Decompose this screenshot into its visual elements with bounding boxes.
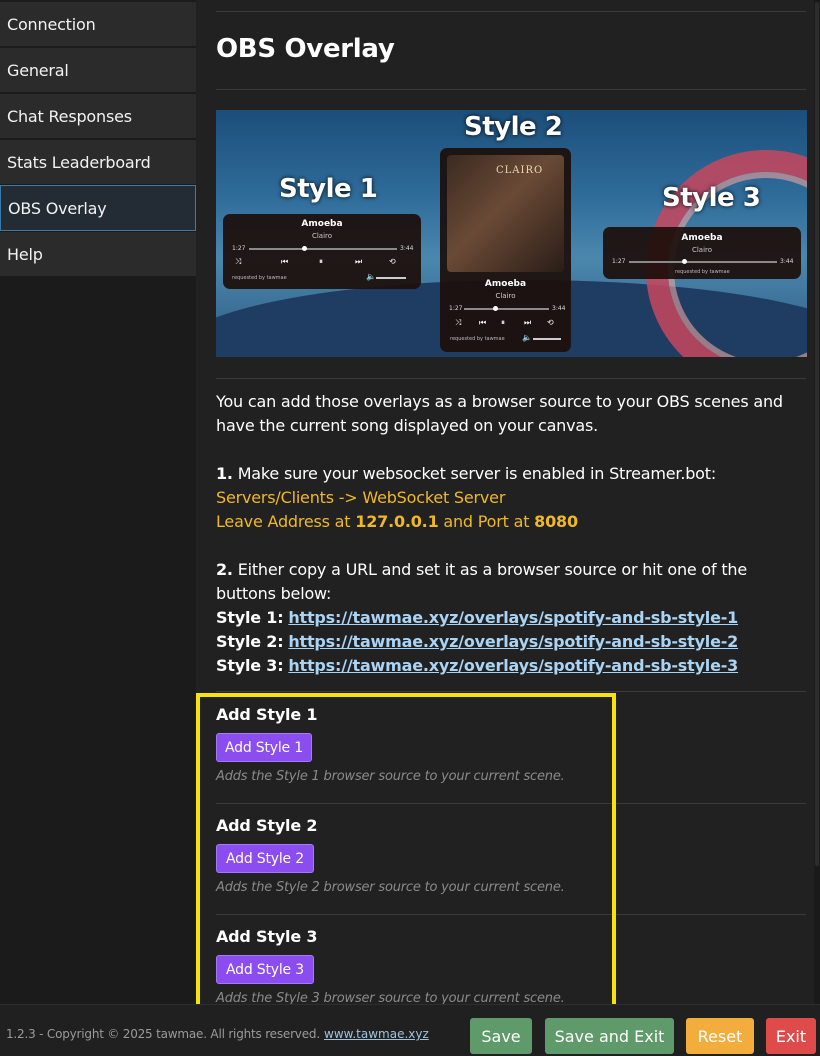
volume-icon: 🔈 bbox=[366, 272, 376, 281]
url-row-style2: Style 2: https://tawmae.xyz/overlays/spo… bbox=[216, 630, 806, 654]
url-row-style1: Style 1: https://tawmae.xyz/overlays/spo… bbox=[216, 606, 806, 630]
shuffle-icon: ⤨ bbox=[235, 257, 242, 266]
scrollbar-thumb[interactable] bbox=[815, 2, 819, 866]
style1-preview-card: Amoeba Clairo 1:27 3:44 ⤨ ⏮ ⏸ ⏭ ⟲ reques… bbox=[223, 214, 421, 289]
step2-description: Either copy a URL and set it as a browse… bbox=[216, 560, 747, 603]
song-title: Amoeba bbox=[681, 233, 723, 243]
sidebar-item-help[interactable]: Help bbox=[0, 232, 196, 276]
divider bbox=[216, 89, 806, 90]
album-cover-image: CLAIRO bbox=[447, 155, 564, 272]
repeat-icon: ⟲ bbox=[547, 318, 554, 327]
shuffle-icon: ⤨ bbox=[455, 318, 462, 327]
save-button[interactable]: Save bbox=[470, 1018, 532, 1054]
step1-text: 1. Make sure your websocket server is en… bbox=[216, 462, 806, 486]
copyright-text: 1.2.3 - Copyright © 2025 tawmae. All rig… bbox=[6, 1027, 320, 1041]
volume-track bbox=[376, 277, 406, 279]
pause-icon: ⏸ bbox=[501, 318, 505, 327]
divider bbox=[216, 11, 806, 12]
reset-button[interactable]: Reset bbox=[686, 1018, 754, 1054]
previous-icon: ⏮ bbox=[281, 257, 289, 266]
overlay-url-link-style2[interactable]: https://tawmae.xyz/overlays/spotify-and-… bbox=[288, 632, 738, 651]
requested-by: requested by tawmae bbox=[675, 269, 730, 275]
banner-style1-label: Style 1 bbox=[279, 174, 378, 204]
address-value: 127.0.0.1 bbox=[355, 512, 439, 531]
sidebar-item-label: Help bbox=[7, 244, 43, 264]
step2-number: 2. bbox=[216, 560, 233, 579]
requested-by: requested by tawmae bbox=[232, 275, 287, 281]
sidebar-item-label: Chat Responses bbox=[7, 106, 132, 126]
album-cover-title: CLAIRO bbox=[496, 165, 544, 176]
page-title: OBS Overlay bbox=[216, 34, 395, 64]
banner-style2-label: Style 2 bbox=[464, 112, 563, 142]
divider bbox=[216, 378, 806, 379]
intro-text: You can add those overlays as a browser … bbox=[216, 392, 783, 435]
song-title: Amoeba bbox=[301, 219, 343, 229]
url-row-style3: Style 3: https://tawmae.xyz/overlays/spo… bbox=[216, 654, 806, 678]
time-end: 3:44 bbox=[552, 305, 566, 312]
time-start: 1:27 bbox=[449, 305, 463, 312]
sidebar-item-label: Connection bbox=[7, 14, 96, 34]
requested-by: requested by tawmae bbox=[450, 336, 505, 342]
progress-track bbox=[249, 248, 397, 250]
overlay-url-link-style1[interactable]: https://tawmae.xyz/overlays/spotify-and-… bbox=[288, 608, 738, 627]
step1-description: Make sure your websocket server is enabl… bbox=[237, 464, 717, 483]
progress-track bbox=[464, 308, 549, 310]
volume-icon: 🔈 bbox=[522, 333, 532, 342]
website-link[interactable]: www.tawmae.xyz bbox=[324, 1027, 429, 1041]
sidebar-item-chat-responses[interactable]: Chat Responses bbox=[0, 94, 196, 138]
sidebar-item-connection[interactable]: Connection bbox=[0, 2, 196, 46]
step2-text: 2. Either copy a URL and set it as a bro… bbox=[216, 558, 806, 606]
overlay-url-link-style3[interactable]: https://tawmae.xyz/overlays/spotify-and-… bbox=[288, 656, 738, 675]
sidebar-item-obs-overlay[interactable]: OBS Overlay bbox=[0, 185, 196, 231]
artist-name: Clairo bbox=[311, 232, 333, 240]
sidebar-item-stats-leaderboard[interactable]: Stats Leaderboard bbox=[0, 140, 196, 184]
url-label: Style 1: bbox=[216, 608, 284, 627]
artist-name: Clairo bbox=[691, 246, 713, 254]
time-start: 1:27 bbox=[612, 258, 626, 265]
previous-icon: ⏮ bbox=[479, 318, 487, 327]
sidebar-item-label: General bbox=[7, 60, 69, 80]
exit-button[interactable]: Exit bbox=[766, 1018, 816, 1054]
pause-icon: ⏸ bbox=[319, 257, 323, 266]
step1-number: 1. bbox=[216, 464, 233, 483]
style2-preview-card: CLAIRO Amoeba Clairo 1:27 3:44 ⤨ ⏮ ⏸ ⏭ ⟲… bbox=[440, 148, 571, 352]
divider bbox=[216, 691, 806, 692]
artist-name: Clairo bbox=[495, 292, 516, 300]
sidebar-item-label: OBS Overlay bbox=[8, 198, 107, 218]
leave-address-text: Leave Address at bbox=[216, 512, 351, 531]
next-icon: ⏭ bbox=[355, 257, 363, 266]
next-icon: ⏭ bbox=[524, 318, 532, 327]
progress-knob bbox=[302, 246, 307, 251]
banner-style3-label: Style 3 bbox=[662, 183, 761, 213]
time-end: 3:44 bbox=[780, 258, 794, 265]
repeat-icon: ⟲ bbox=[389, 257, 396, 266]
url-label: Style 2: bbox=[216, 632, 284, 651]
volume-track bbox=[533, 338, 561, 340]
port-value: 8080 bbox=[534, 512, 578, 531]
time-start: 1:27 bbox=[232, 245, 246, 252]
sidebar: Connection General Chat Responses Stats … bbox=[0, 0, 196, 1004]
save-and-exit-button[interactable]: Save and Exit bbox=[545, 1018, 674, 1054]
and-port-text: and Port at bbox=[443, 512, 530, 531]
highlight-box bbox=[196, 693, 616, 1015]
url-label: Style 3: bbox=[216, 656, 284, 675]
sidebar-item-label: Stats Leaderboard bbox=[7, 152, 151, 172]
progress-knob bbox=[682, 259, 687, 264]
progress-knob bbox=[493, 306, 498, 311]
step1-address-port: Leave Address at 127.0.0.1 and Port at 8… bbox=[216, 510, 806, 534]
song-title: Amoeba bbox=[484, 279, 527, 289]
overlay-preview-banner: Style 1 Style 2 Style 3 Amoeba Clairo 1:… bbox=[216, 110, 807, 357]
progress-track bbox=[629, 261, 777, 263]
sidebar-item-general[interactable]: General bbox=[0, 48, 196, 92]
time-end: 3:44 bbox=[400, 245, 414, 252]
style3-preview-card: Amoeba Clairo 1:27 3:44 requested by taw… bbox=[603, 227, 801, 279]
step1-websocket-path: Servers/Clients -> WebSocket Server bbox=[216, 488, 506, 507]
